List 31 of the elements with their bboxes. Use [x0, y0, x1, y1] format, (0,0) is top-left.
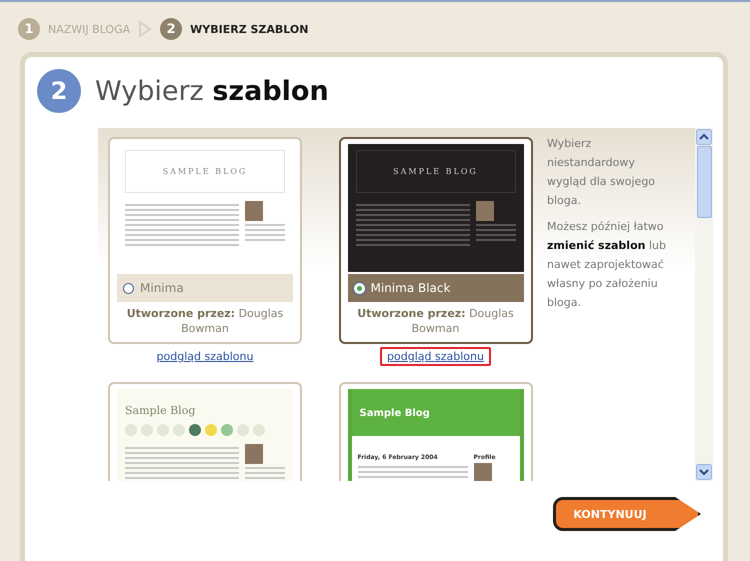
thumbnail-title: SAMPLE BLOG — [393, 167, 478, 176]
step-arrow-icon — [138, 21, 152, 37]
template-name: Minima — [140, 281, 184, 295]
template-card[interactable]: SAMPLE BLOG Minima Black Utworzone przez: Douglas Bowman — [338, 137, 532, 344]
scroll-up-icon[interactable] — [696, 129, 712, 145]
thumbnail-title: SAMPLE BLOG — [162, 167, 248, 176]
scrollbar-thumb[interactable] — [696, 146, 712, 218]
template-author: Utworzone przez: Douglas Bowman — [356, 306, 515, 336]
photo-placeholder — [476, 201, 494, 221]
scrollbar[interactable] — [695, 128, 713, 481]
step-number: 1 — [18, 18, 40, 40]
preview-link[interactable]: podgląd szablonu — [380, 347, 491, 366]
info-text: Wybierz niestandardowy wygląd dla swojego bloga. — [547, 136, 656, 209]
template-card[interactable]: SAMPLE BLOG Minima Utworzone przez: Douglas Bowman — [108, 137, 302, 344]
scroll-down-icon[interactable] — [696, 464, 712, 480]
step-number: 2 — [160, 18, 182, 40]
page-heading: Wybierz szablon — [95, 76, 329, 106]
template-author: Utworzone przez: Douglas Bowman — [126, 306, 284, 336]
thumbnail-title: Sample Blog — [360, 408, 430, 419]
template-card[interactable]: Sample Blog — [108, 382, 302, 481]
step-label: NAZWIJ BLOGA — [48, 22, 130, 36]
template-name: Minima Black — [370, 281, 450, 295]
step-label: WYBIERZ SZABLON — [190, 22, 308, 36]
thumbnail-title: Sample Blog — [125, 404, 196, 417]
radio-button[interactable] — [123, 282, 134, 294]
info-text: Możesz później łatwo zmienić szablon lub nawet zaprojektować własny po założeniu bloga. — [547, 219, 667, 311]
photo-placeholder — [245, 444, 263, 464]
photo-placeholder — [474, 463, 492, 481]
photo-placeholder — [245, 201, 263, 221]
preview-link[interactable]: podgląd szablonu — [150, 347, 260, 366]
step-number-badge: 2 — [37, 69, 81, 113]
